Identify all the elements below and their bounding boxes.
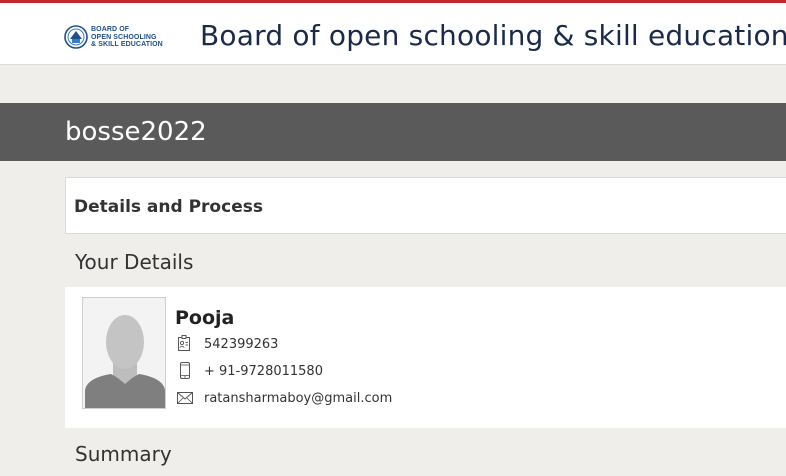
site-title[interactable]: Board of open schooling & skill educatio…: [200, 19, 786, 52]
logo-text: BOARD OF OPEN SCHOOLING & SKILL EDUCATIO…: [91, 26, 163, 49]
summary-heading: Summary: [75, 442, 172, 466]
your-details-heading: Your Details: [75, 250, 194, 274]
profile-name: Pooja: [175, 307, 235, 329]
page-title: bosse2022: [65, 117, 207, 147]
site-logo[interactable]: BOARD OF OPEN SCHOOLING & SKILL EDUCATIO…: [64, 23, 178, 53]
user-silhouette-icon: [83, 298, 165, 408]
email-value: ratansharmaboy@gmail.com: [204, 391, 393, 406]
page-title-bar: bosse2022: [0, 103, 786, 161]
logo-emblem-icon: [64, 25, 88, 49]
id-number-value: 542399263: [204, 337, 279, 352]
logo-text-line-3: & SKILL EDUCATION: [91, 41, 163, 48]
id-card-icon: [178, 335, 190, 351]
logo-text-line-1: BOARD OF: [91, 26, 130, 33]
profile-card: Pooja 542399263 + 91-9728011580 ratansha…: [65, 287, 786, 428]
avatar: [82, 297, 166, 409]
phone-value: + 91-9728011580: [204, 364, 323, 379]
site-header: BOARD OF OPEN SCHOOLING & SKILL EDUCATIO…: [0, 3, 786, 65]
logo-text-line-2: OPEN SCHOOLING: [91, 33, 157, 41]
details-and-process-panel[interactable]: Details and Process: [65, 177, 786, 234]
mobile-phone-icon: [180, 362, 190, 379]
details-panel-title[interactable]: Details and Process: [74, 197, 263, 217]
envelope-icon: [177, 392, 193, 404]
